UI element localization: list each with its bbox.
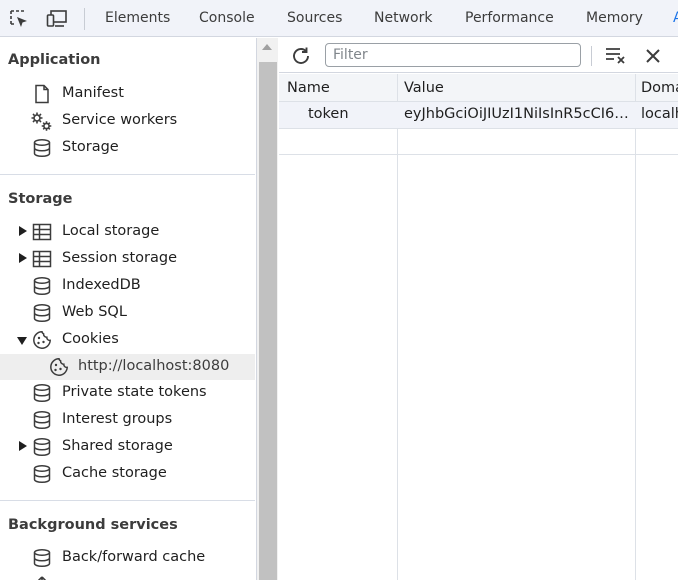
cookie-icon <box>32 330 52 350</box>
scroll-up-arrow-icon[interactable] <box>262 44 272 50</box>
sidebar-item-back-forward-cache[interactable]: Back/forward cache <box>0 545 255 571</box>
collapse-arrow-icon[interactable] <box>17 337 27 345</box>
application-sidebar: Application Manifest Service workers Sto… <box>0 38 255 580</box>
tab-sources[interactable]: Sources <box>287 10 342 26</box>
sidebar-item-label: Shared storage <box>62 438 173 454</box>
table-header <box>279 74 678 102</box>
gears-icon <box>30 111 54 131</box>
clear-all-cookies-icon[interactable] <box>604 44 628 66</box>
sidebar-item-service-workers[interactable]: Service workers <box>0 108 255 134</box>
sidebar-item-storage-overview[interactable]: Storage <box>0 135 255 161</box>
cookie-name-cell: token <box>308 106 349 122</box>
sidebar-item-label: Storage <box>62 139 119 155</box>
section-divider <box>0 174 255 175</box>
cookie-domain-cell: localh <box>641 106 678 122</box>
table-icon <box>32 222 52 242</box>
device-toolbar-icon[interactable] <box>46 9 68 29</box>
devtools-tab-bar: Elements Console Sources Network Perform… <box>0 0 678 37</box>
table-icon <box>32 249 52 269</box>
database-icon <box>32 548 52 568</box>
section-title-storage: Storage <box>8 191 73 207</box>
expand-arrow-icon[interactable] <box>19 226 27 236</box>
sidebar-scrollbar[interactable] <box>256 38 278 580</box>
sidebar-item-next-partial[interactable] <box>0 572 255 580</box>
sidebar-item-cache-storage[interactable]: Cache storage <box>0 461 255 487</box>
expand-arrow-icon[interactable] <box>19 441 27 451</box>
sidebar-item-label: Cache storage <box>62 465 167 481</box>
sidebar-item-local-storage[interactable]: Local storage <box>0 219 255 245</box>
sidebar-item-label: Cookies <box>62 331 119 347</box>
section-title-background-services: Background services <box>8 517 178 533</box>
database-icon <box>32 464 52 484</box>
sidebar-item-label: Manifest <box>62 85 124 101</box>
tab-performance[interactable]: Performance <box>465 10 554 26</box>
cookies-table: Name Value Doma token eyJhbGciOiJIUzI1Ni… <box>279 74 678 580</box>
sidebar-item-cookie-origin[interactable]: http://localhost:8080 <box>0 354 255 380</box>
sidebar-item-label: Service workers <box>62 112 178 128</box>
section-title-application: Application <box>8 52 101 68</box>
column-header-name[interactable]: Name <box>287 74 330 102</box>
refresh-icon[interactable] <box>289 44 313 68</box>
filter-input[interactable] <box>325 43 581 67</box>
sidebar-item-web-sql[interactable]: Web SQL <box>0 300 255 326</box>
sidebar-item-label: Back/forward cache <box>62 549 206 565</box>
sidebar-item-manifest[interactable]: Manifest <box>0 81 255 107</box>
arrow-up-icon <box>32 575 52 580</box>
database-icon <box>32 383 52 403</box>
database-icon <box>32 138 52 158</box>
database-icon <box>32 437 52 457</box>
sidebar-item-label: Interest groups <box>62 411 173 427</box>
table-row-empty <box>279 130 678 155</box>
section-divider <box>0 500 255 501</box>
cookie-value-cell: eyJhbGciOiJIUzI1NiIsInR5cCI6… <box>404 106 629 122</box>
column-header-value[interactable]: Value <box>404 74 444 102</box>
expand-arrow-icon[interactable] <box>19 253 27 263</box>
sidebar-item-label: http://localhost:8080 <box>78 358 230 374</box>
sidebar-item-private-state-tokens[interactable]: Private state tokens <box>0 380 255 406</box>
sidebar-item-indexeddb[interactable]: IndexedDB <box>0 273 255 299</box>
cookies-toolbar <box>279 38 678 73</box>
delete-selected-icon[interactable] <box>643 46 663 66</box>
toolbar-divider <box>84 8 85 30</box>
document-icon <box>32 84 52 104</box>
database-icon <box>32 276 52 296</box>
tab-network[interactable]: Network <box>374 10 432 26</box>
sidebar-item-shared-storage[interactable]: Shared storage <box>0 434 255 460</box>
tab-memory[interactable]: Memory <box>586 10 643 26</box>
sidebar-item-label: Web SQL <box>62 304 127 320</box>
sidebar-item-label: Local storage <box>62 223 160 239</box>
database-icon <box>32 410 52 430</box>
sidebar-item-label: IndexedDB <box>62 277 141 293</box>
sidebar-item-interest-groups[interactable]: Interest groups <box>0 407 255 433</box>
toolbar-divider <box>591 46 592 66</box>
sidebar-item-session-storage[interactable]: Session storage <box>0 246 255 272</box>
column-header-domain[interactable]: Doma <box>641 74 678 102</box>
scrollbar-thumb[interactable] <box>259 62 277 580</box>
tab-application-partial[interactable]: A <box>673 10 678 26</box>
tab-elements[interactable]: Elements <box>105 10 170 26</box>
inspect-element-icon[interactable] <box>9 9 29 29</box>
sidebar-item-label: Private state tokens <box>62 384 207 400</box>
database-icon <box>32 303 52 323</box>
sidebar-item-cookies[interactable]: Cookies <box>0 327 255 353</box>
tab-console[interactable]: Console <box>199 10 255 26</box>
cookie-icon <box>49 357 69 377</box>
table-row[interactable]: token eyJhbGciOiJIUzI1NiIsInR5cCI6… loca… <box>279 102 678 129</box>
sidebar-item-label: Session storage <box>62 250 178 266</box>
